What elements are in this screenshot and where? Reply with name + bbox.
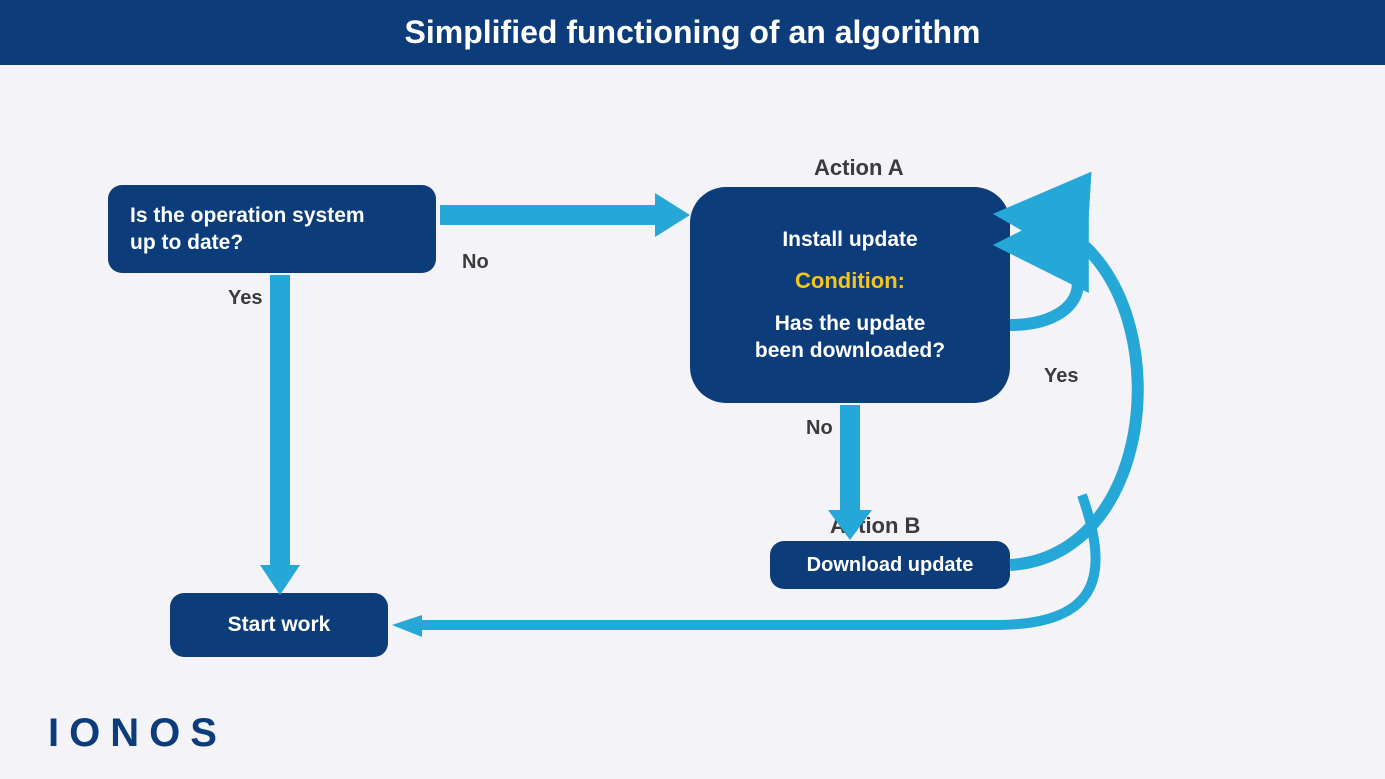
arrow-q1-yes-down bbox=[260, 275, 300, 595]
page-title: Simplified functioning of an algorithm bbox=[0, 0, 1385, 65]
node-q1-line2: up to date? bbox=[130, 229, 414, 256]
node-a-line1: Install update bbox=[782, 226, 917, 253]
arrow-b-back-to-a bbox=[1010, 215, 1138, 565]
node-a-line3: been downloaded? bbox=[755, 337, 945, 364]
edge-label-yes-2: Yes bbox=[1044, 365, 1078, 388]
node-a-condition: Condition: bbox=[795, 267, 905, 296]
edge-label-yes-1: Yes bbox=[228, 287, 262, 310]
node-action-b: Download update bbox=[770, 541, 1010, 589]
edge-label-no-2: No bbox=[806, 417, 833, 440]
label-action-a: Action A bbox=[814, 155, 904, 181]
edge-label-no-1: No bbox=[462, 251, 489, 274]
arrows-layer bbox=[0, 65, 1385, 778]
node-a-line2: Has the update bbox=[775, 310, 926, 337]
node-question-os-uptodate: Is the operation system up to date? bbox=[108, 185, 436, 273]
arrow-a-yes-loop bbox=[1010, 245, 1078, 325]
node-b-text: Download update bbox=[807, 552, 974, 578]
node-start-work: Start work bbox=[170, 593, 388, 657]
diagram-canvas: Is the operation system up to date? Acti… bbox=[0, 65, 1385, 778]
node-start-text: Start work bbox=[228, 611, 331, 638]
node-q1-line1: Is the operation system bbox=[130, 202, 414, 229]
node-action-a: Install update Condition: Has the update… bbox=[690, 187, 1010, 403]
brand-logo: IONOS bbox=[48, 711, 227, 756]
arrow-q1-no-right bbox=[440, 193, 690, 237]
label-action-b: Action B bbox=[830, 513, 920, 539]
